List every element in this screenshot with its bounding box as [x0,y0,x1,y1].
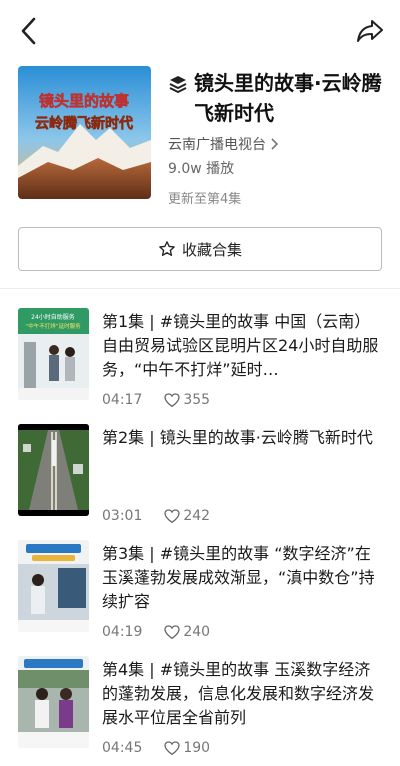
episode-thumbnail [18,540,89,632]
collection-header: 镜头里的故事 云岭腾飞新时代 镜头里的故事·云岭腾飞新时代 云南广播电视台 9.… [18,66,382,207]
back-button[interactable] [12,14,44,48]
like-count: 242 [164,508,210,524]
episode-duration: 04:19 [102,624,143,640]
like-count: 355 [164,392,210,408]
like-count-value: 355 [183,392,211,408]
heart-outline-icon [164,741,181,755]
episode-thumbnail [18,424,89,516]
episode-meta: 04:17 355 [102,392,210,408]
episode-meta: 04:45 190 [102,740,210,756]
svg-text:“中午不打烊”延时服务: “中午不打烊”延时服务 [25,322,81,330]
episode-item[interactable]: 第3集 | #镜头里的故事 “数字经济”在玉溪蓬勃发展成效渐显，“滇中数仓”持续… [18,540,382,640]
episode-text: 第2集 | 镜头里的故事·云岭腾飞新时代 [102,426,380,450]
share-arrow-icon [357,20,383,42]
episode-duration: 04:45 [102,740,143,756]
heart-outline-icon [164,625,181,639]
favorite-collection-button[interactable]: 收藏合集 [18,227,382,271]
episode-thumbnail [18,656,89,748]
update-status: 更新至第4集 [168,192,242,207]
episode-item[interactable]: 第4集 | #镜头里的故事 玉溪数字经济的蓬勃发展，信息化发展和数字经济发展水平… [18,656,382,756]
episode-meta: 04:19 240 [102,624,210,640]
like-count: 240 [164,624,210,640]
like-count-value: 242 [183,508,211,524]
episode-meta: 03:01 242 [102,508,210,524]
episode-text: 第3集 | #镜头里的故事 “数字经济”在玉溪蓬勃发展成效渐显，“滇中数仓”持续… [102,542,380,614]
publisher-link[interactable]: 云南广播电视台 [168,134,382,154]
episode-text: 第4集 | #镜头里的故事 玉溪数字经济的蓬勃发展，信息化发展和数字经济发展水平… [102,658,380,730]
like-count-value: 240 [183,624,211,640]
episode-duration: 03:01 [102,508,143,524]
collection-title-row: 镜头里的故事·云岭腾飞新时代 [168,68,382,128]
like-count: 190 [164,740,210,756]
layers-icon [168,68,190,94]
collection-title: 镜头里的故事·云岭腾飞新时代 [194,71,382,125]
cover-title-line2: 云岭腾飞新时代 [35,115,133,132]
episode-item[interactable]: 24小时自助服务 “中午不打烊”延时服务 第1集 | #镜头里的故事 中国（云南… [18,308,382,408]
episode-item[interactable]: 第2集 | 镜头里的故事·云岭腾飞新时代 03:01 242 [18,424,382,524]
favorite-button-label: 收藏合集 [181,240,242,259]
publisher-name: 云南广播电视台 [168,137,266,153]
collection-cover[interactable]: 镜头里的故事 云岭腾飞新时代 [18,66,151,199]
like-count-value: 190 [183,740,211,756]
heart-outline-icon [164,393,181,407]
section-divider [0,288,400,289]
episode-duration: 04:17 [102,392,143,408]
cover-title-line1: 镜头里的故事 [39,92,129,110]
episode-title: 第1集 | #镜头里的故事 中国（云南）自由贸易试验区昆明片区24小时自助服务，… [102,312,379,379]
chevron-left-icon [21,17,36,45]
chevron-right-icon [271,138,278,150]
play-count: 9.0w 播放 [168,161,235,177]
episode-title: 第3集 | #镜头里的故事 “数字经济”在玉溪蓬勃发展成效渐显，“滇中数仓”持续… [102,544,375,611]
episode-text: 第1集 | #镜头里的故事 中国（云南）自由贸易试验区昆明片区24小时自助服务，… [102,310,380,382]
collection-info: 镜头里的故事·云岭腾飞新时代 云南广播电视台 9.0w 播放 更新至第4集 [168,68,382,207]
episode-title: 第4集 | #镜头里的故事 玉溪数字经济的蓬勃发展，信息化发展和数字经济发展水平… [102,660,375,727]
star-outline-icon [159,241,175,256]
top-bar [0,0,400,62]
episode-thumbnail: 24小时自助服务 “中午不打烊”延时服务 [18,308,89,400]
share-button[interactable] [352,14,388,48]
svg-text:24小时自助服务: 24小时自助服务 [31,313,75,321]
episode-title: 第2集 | 镜头里的故事·云岭腾飞新时代 [102,428,373,447]
heart-outline-icon [164,509,181,523]
